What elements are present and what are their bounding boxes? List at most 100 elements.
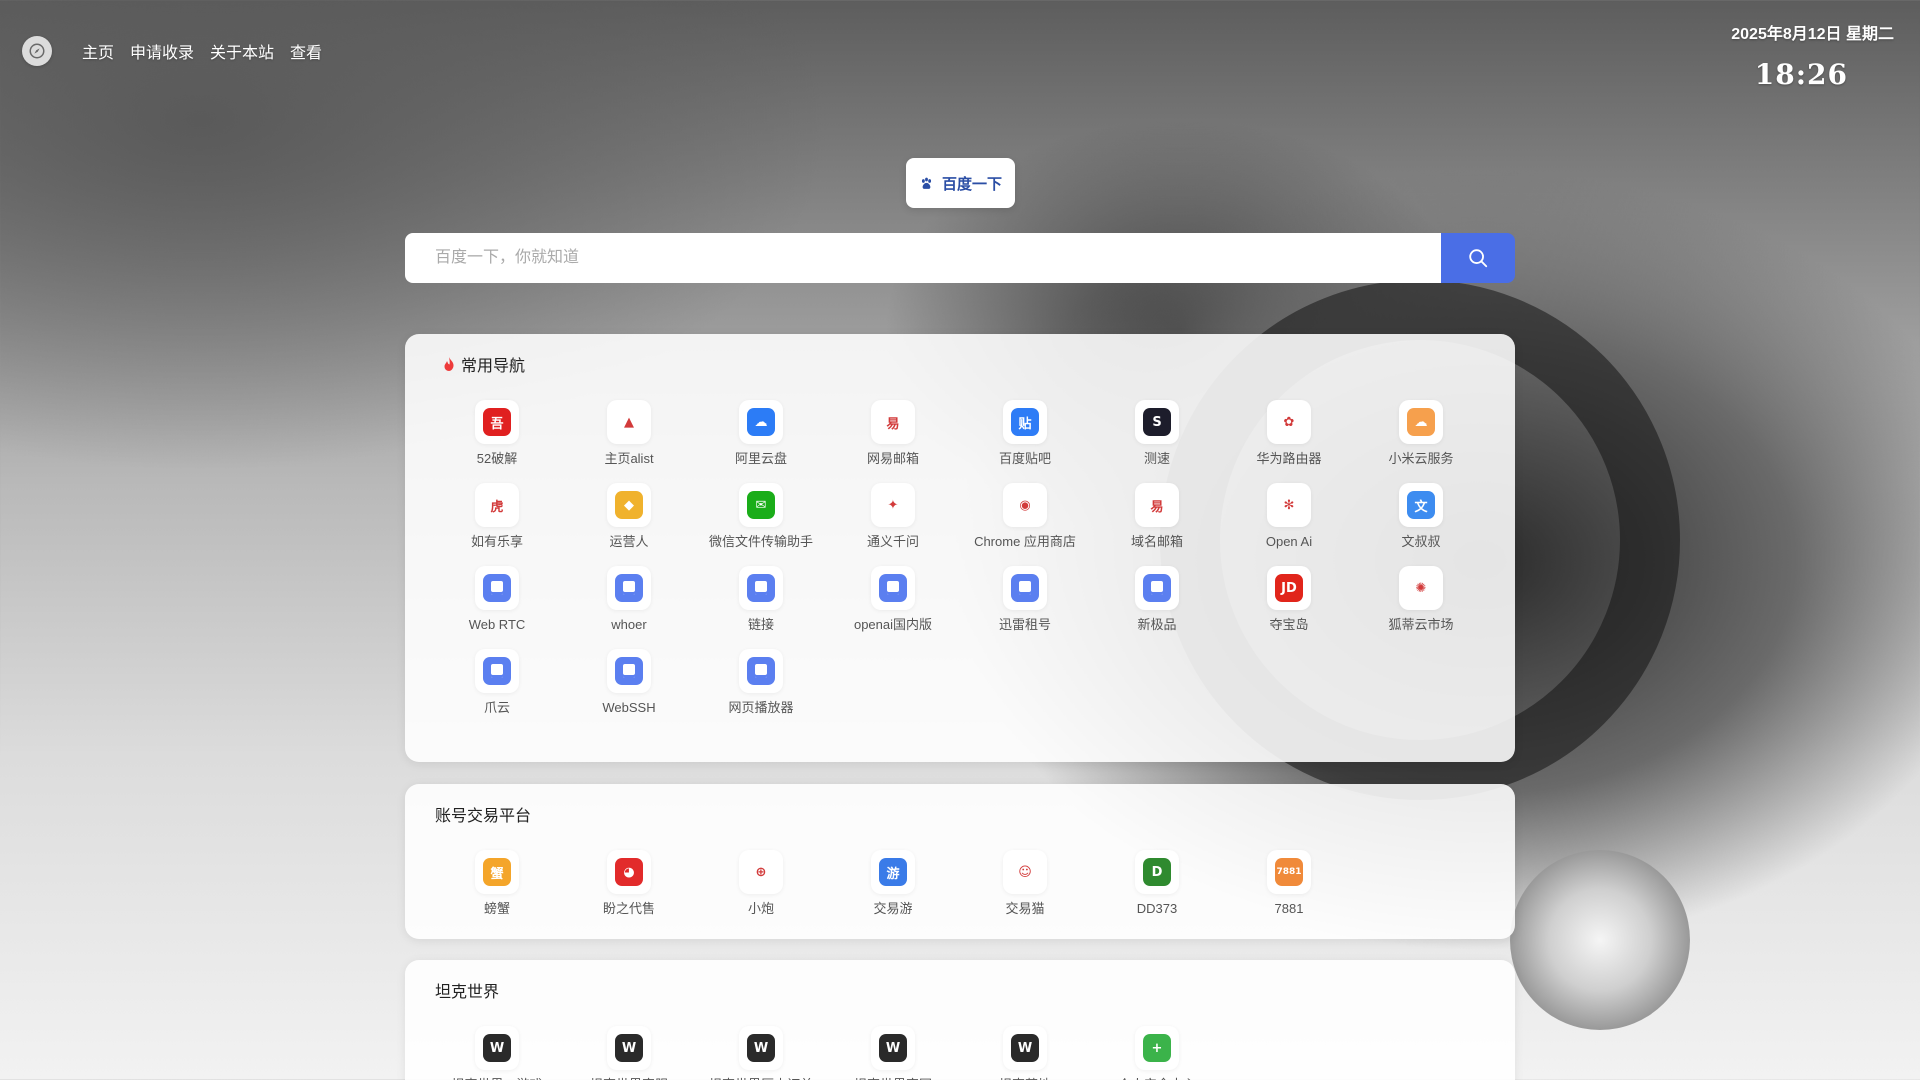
- site-link-item[interactable]: 网页播放器: [695, 649, 827, 716]
- search-button[interactable]: [1441, 233, 1515, 283]
- site-link-item[interactable]: 易域名邮箱: [1091, 483, 1223, 550]
- site-icon-frame: [607, 649, 651, 693]
- site-link-item[interactable]: 迅雷租号: [959, 566, 1091, 633]
- site-link-item[interactable]: ✻ Open Ai: [1223, 483, 1355, 550]
- site-link-item[interactable]: W 坦克世界历史订单: [695, 1026, 827, 1080]
- doc-icon: [615, 574, 643, 602]
- site-link-item[interactable]: 新极品: [1091, 566, 1223, 633]
- nav-link-apply[interactable]: 申请收录: [130, 39, 194, 63]
- top-navigation: 主页 申请收录 关于本站 查看: [22, 36, 338, 66]
- site-icon-frame: W: [475, 1026, 519, 1070]
- doc-icon: [1143, 574, 1171, 602]
- nav-link-home[interactable]: 主页: [82, 39, 114, 63]
- site-link-item[interactable]: 爪云: [431, 649, 563, 716]
- time-display: 18:26: [1754, 58, 1848, 91]
- wenshushu-icon: 文: [1407, 491, 1435, 519]
- site-link-item[interactable]: 蟹螃蟹: [431, 850, 563, 917]
- jiaoyimao-icon: ☺: [1011, 858, 1039, 886]
- site-link-label: Chrome 应用商店: [974, 534, 1076, 549]
- site-link-item[interactable]: WebSSH: [563, 649, 695, 716]
- site-link-label: 如有乐享: [470, 534, 523, 549]
- site-icon-frame: [739, 649, 783, 693]
- search-engine-button[interactable]: 百度一下: [906, 158, 1015, 208]
- section-title: 坦克世界: [435, 984, 500, 1001]
- site-link-item[interactable]: S 测速: [1091, 400, 1223, 467]
- site-link-item[interactable]: ◕ 盼之代售: [563, 850, 695, 917]
- nav-link-about[interactable]: 关于本站: [210, 39, 274, 63]
- site-icon-frame: [475, 566, 519, 610]
- nav-link-view[interactable]: 查看: [290, 39, 322, 63]
- site-link-label: 爪云: [483, 700, 510, 715]
- site-link-label: 阿里云盘: [734, 451, 787, 466]
- site-link-label: WebSSH: [602, 700, 656, 715]
- site-link-label: 网页播放器: [728, 700, 794, 715]
- section-common-nav: 常用导航 吾 52破解 ▲ 主页alist ☁ 阿里云盘易网易邮箱贴百度贴吧 S 测速 ✿ 华为路…: [405, 334, 1515, 762]
- site-link-label: 盼之代售: [602, 901, 655, 916]
- site-link-item[interactable]: ✦ 通义千问: [827, 483, 959, 550]
- site-link-label: 文叔叔: [1401, 534, 1441, 549]
- site-link-label: whoer: [611, 617, 647, 632]
- site-link-item[interactable]: ☁ 小米云服务: [1355, 400, 1487, 467]
- site-link-item[interactable]: D DD373: [1091, 850, 1223, 917]
- wot-shield-icon: W: [483, 1034, 511, 1062]
- site-link-item[interactable]: W 坦克世界官网: [827, 1026, 959, 1080]
- wot-shield-icon: W: [879, 1034, 907, 1062]
- doc-icon: [1011, 574, 1039, 602]
- site-link-item[interactable]: W 坦克世界官服: [563, 1026, 695, 1080]
- site-link-item[interactable]: ☺ 交易猫: [959, 850, 1091, 917]
- background-lens-knob: [1510, 850, 1690, 1030]
- site-link-item[interactable]: 文文叔叔: [1355, 483, 1487, 550]
- site-link-item[interactable]: 虎如有乐享: [431, 483, 563, 550]
- site-icon-frame: ◕: [607, 850, 651, 894]
- site-link-label: 坦克世界二游戏: [451, 1076, 542, 1080]
- wot-shield-icon: W: [747, 1034, 775, 1062]
- wechat-icon: ✉: [747, 491, 775, 519]
- site-link-item[interactable]: whoer: [563, 566, 695, 633]
- site-link-item[interactable]: ✺ 狐蒂云市场: [1355, 566, 1487, 633]
- site-link-item[interactable]: ⊕ 小炮: [695, 850, 827, 917]
- 52pojie-icon: 吾: [483, 408, 511, 436]
- site-link-item[interactable]: openai国内版: [827, 566, 959, 633]
- site-link-label: 小炮: [747, 901, 774, 916]
- site-link-item[interactable]: Web RTC: [431, 566, 563, 633]
- jiaoyiyou-icon: 游: [879, 858, 907, 886]
- search-input[interactable]: [405, 233, 1441, 283]
- crab-icon: 蟹: [483, 858, 511, 886]
- site-link-item[interactable]: 7881 7881: [1223, 850, 1355, 917]
- site-link-item[interactable]: + 个人安全中心: [1091, 1026, 1223, 1080]
- site-link-item[interactable]: 链接: [695, 566, 827, 633]
- account-trade-grid: 蟹螃蟹 ◕ 盼之代售 ⊕ 小炮 游交易游 ☺ 交易猫 D DD373 7881 7881: [431, 850, 1487, 917]
- hudiyun-icon: ✺: [1407, 574, 1435, 602]
- site-link-item[interactable]: ☁ 阿里云盘: [695, 400, 827, 467]
- site-link-item[interactable]: ▲ 主页alist: [563, 400, 695, 467]
- doc-icon: [879, 574, 907, 602]
- site-link-label: 测速: [1143, 451, 1170, 466]
- site-link-label: 百度贴吧: [998, 451, 1051, 466]
- site-link-item[interactable]: ◉ Chrome 应用商店: [959, 483, 1091, 550]
- yunyingren-icon: ◆: [615, 491, 643, 519]
- site-link-item[interactable]: 易网易邮箱: [827, 400, 959, 467]
- site-link-item[interactable]: 吾 52破解: [431, 400, 563, 467]
- site-link-item[interactable]: ◆ 运营人: [563, 483, 695, 550]
- wot-shield-icon: W: [1011, 1034, 1039, 1062]
- wot-shield-icon: W: [615, 1034, 643, 1062]
- site-icon-frame: 易: [871, 400, 915, 444]
- site-link-label: 交易猫: [1005, 901, 1045, 916]
- site-link-label: DD373: [1136, 901, 1178, 916]
- site-link-label: openai国内版: [853, 617, 933, 632]
- site-icon-frame: [607, 566, 651, 610]
- site-link-item[interactable]: ✿ 华为路由器: [1223, 400, 1355, 467]
- site-link-label: 网易邮箱: [866, 451, 919, 466]
- compass-icon[interactable]: [22, 36, 52, 66]
- doc-icon: [483, 574, 511, 602]
- site-link-item[interactable]: W 坦克营地: [959, 1026, 1091, 1080]
- site-icon-frame: W: [739, 1026, 783, 1070]
- site-link-item[interactable]: 游交易游: [827, 850, 959, 917]
- site-icon-frame: [475, 649, 519, 693]
- site-link-item[interactable]: JD 夺宝岛: [1223, 566, 1355, 633]
- site-link-item[interactable]: 贴百度贴吧: [959, 400, 1091, 467]
- site-link-item[interactable]: ✉ 微信文件传输助手: [695, 483, 827, 550]
- site-link-item[interactable]: W 坦克世界二游戏: [431, 1026, 563, 1080]
- security-center-icon: +: [1143, 1034, 1171, 1062]
- aliyun-drive-icon: ☁: [747, 408, 775, 436]
